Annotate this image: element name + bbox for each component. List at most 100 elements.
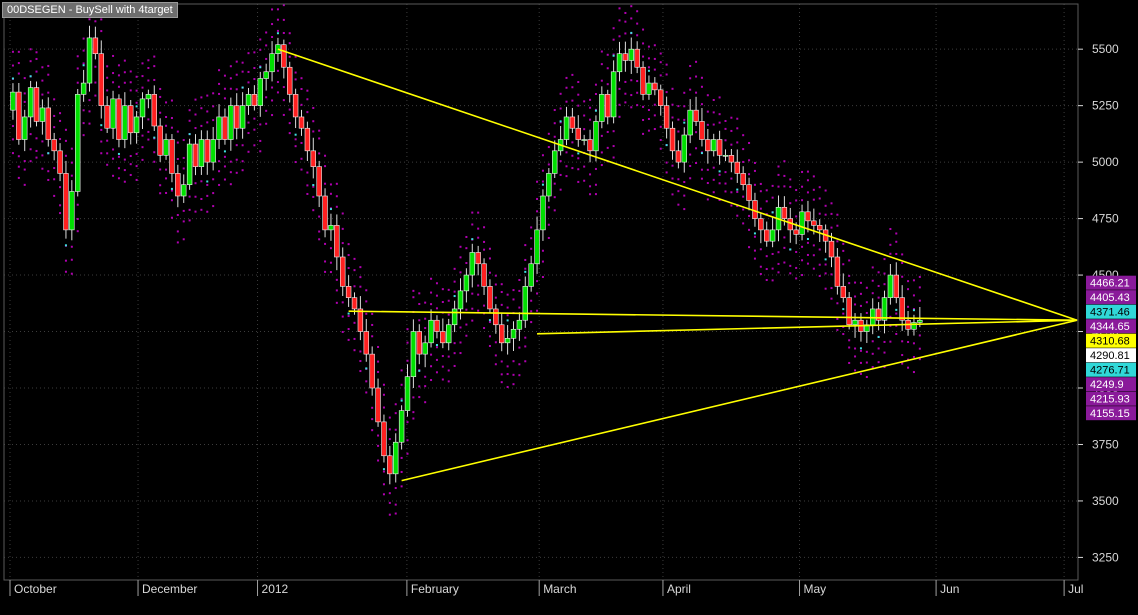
band-dot — [459, 352, 462, 355]
band-dot — [153, 55, 156, 58]
candle-up — [398, 410, 405, 443]
band-dot — [859, 372, 862, 375]
band-dot — [424, 375, 427, 378]
band-dot — [777, 262, 780, 265]
band-dot — [671, 177, 674, 180]
band-dot — [170, 216, 173, 219]
band-dot — [594, 93, 597, 96]
band-dot — [477, 227, 480, 230]
band-dot — [918, 286, 921, 289]
band-dot — [659, 52, 662, 55]
cyan-dot — [647, 69, 650, 72]
band-dot — [700, 76, 703, 79]
band-dot — [265, 57, 268, 60]
band-dot — [94, 65, 97, 68]
band-dot — [653, 44, 656, 47]
band-dot — [29, 133, 32, 136]
band-dot — [524, 336, 527, 339]
band-dot — [471, 223, 474, 226]
band-dot — [117, 85, 120, 88]
band-dot — [577, 157, 580, 160]
cyan-dot — [100, 124, 103, 127]
band-dot — [129, 163, 132, 166]
band-dot — [565, 165, 568, 168]
band-dot — [612, 145, 615, 148]
band-dot — [506, 373, 509, 376]
band-dot — [736, 141, 739, 144]
band-dot — [406, 439, 409, 442]
band-dot — [689, 88, 692, 91]
band-dot — [848, 259, 851, 262]
band-dot — [123, 59, 126, 62]
band-dot — [200, 208, 203, 211]
band-dot — [17, 165, 20, 168]
band-dot — [653, 57, 656, 60]
candle-down — [128, 105, 134, 134]
band-dot — [394, 428, 397, 431]
band-dot — [53, 178, 56, 181]
band-dot — [859, 292, 862, 295]
band-dot — [100, 128, 103, 131]
band-dot — [877, 361, 880, 364]
band-dot — [624, 92, 627, 95]
band-dot — [653, 114, 656, 117]
band-dot — [901, 261, 904, 264]
band-dot — [801, 259, 804, 262]
candle-up — [198, 139, 205, 167]
band-dot — [182, 167, 185, 170]
band-dot — [194, 210, 197, 213]
band-dot — [683, 208, 686, 211]
candle-down — [487, 286, 493, 310]
band-dot — [812, 267, 815, 270]
cyan-dot — [64, 244, 67, 247]
band-dot — [106, 76, 109, 79]
band-dot — [795, 189, 798, 192]
x-tick-label: March — [543, 582, 576, 596]
band-dot — [530, 299, 533, 302]
band-dot — [836, 302, 839, 305]
candle-down — [781, 206, 788, 219]
band-dot — [253, 117, 256, 120]
cyan-dot — [506, 319, 509, 322]
band-dot — [541, 275, 544, 278]
band-dot — [718, 182, 721, 185]
band-dot — [64, 270, 67, 273]
candle-up — [422, 342, 428, 355]
band-dot — [730, 116, 733, 119]
band-dot — [777, 165, 780, 168]
candle-up — [510, 328, 517, 339]
band-dot — [541, 169, 544, 172]
band-dot — [553, 109, 556, 112]
band-dot — [459, 326, 462, 329]
band-dot — [76, 67, 79, 70]
band-dot — [400, 369, 403, 372]
band-dot — [524, 360, 527, 363]
band-dot — [606, 83, 609, 86]
candle-up — [687, 109, 693, 136]
band-dot — [312, 106, 315, 109]
candle-down — [51, 139, 57, 152]
band-dot — [689, 177, 692, 180]
band-dot — [306, 192, 309, 195]
candle-down — [157, 125, 163, 156]
candle-up — [917, 319, 923, 323]
band-dot — [795, 199, 798, 202]
band-dot — [606, 146, 609, 149]
candle-down — [746, 184, 752, 201]
band-dot — [412, 289, 415, 292]
band-dot — [712, 111, 715, 114]
candle-up — [328, 225, 334, 231]
band-dot — [176, 141, 179, 144]
band-dot — [53, 98, 56, 101]
band-dot — [23, 77, 26, 80]
candle-down — [663, 105, 670, 129]
band-dot — [100, 18, 103, 21]
band-dot — [353, 269, 356, 272]
band-dot — [435, 307, 438, 310]
band-dot — [141, 134, 144, 137]
band-dot — [424, 301, 427, 304]
band-dot — [665, 161, 668, 164]
band-dot — [377, 459, 380, 462]
band-dot — [536, 280, 539, 283]
band-dot — [907, 341, 910, 344]
